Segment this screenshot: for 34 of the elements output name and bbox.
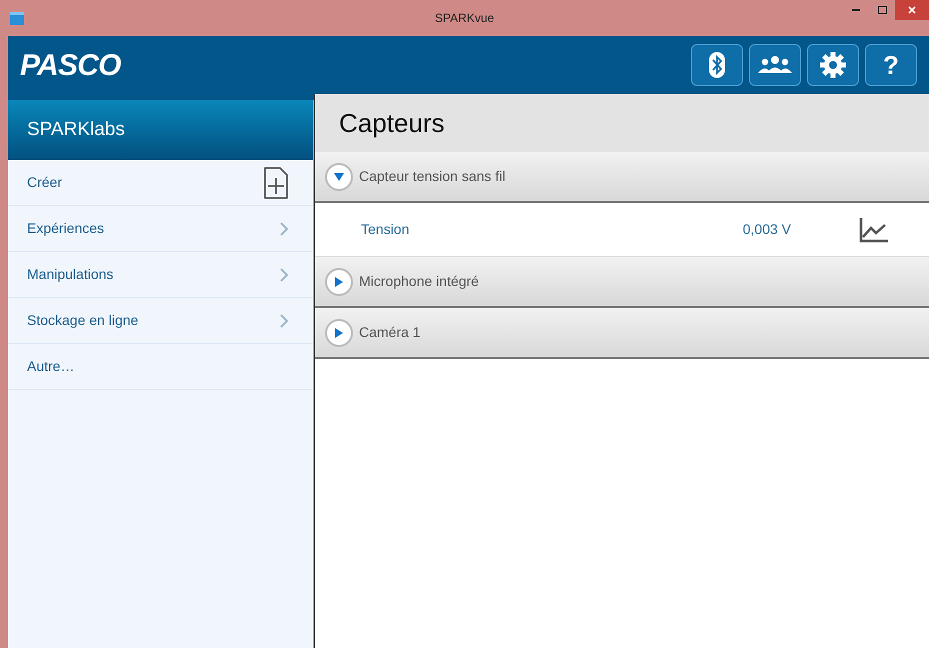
help-button[interactable]: ? — [865, 44, 917, 86]
sidebar-item[interactable]: Autre… — [8, 344, 313, 390]
new-document-icon — [263, 166, 289, 200]
expand-toggle-icon[interactable] — [325, 162, 353, 190]
window-title: SPARKvue — [434, 10, 494, 27]
close-icon — [908, 6, 916, 14]
bluetooth-icon — [709, 52, 725, 78]
close-button[interactable] — [895, 0, 929, 20]
app-icon — [10, 12, 24, 24]
chevron-right-icon — [279, 266, 289, 282]
expand-toggle-icon[interactable] — [325, 318, 353, 346]
sensor-row[interactable]: Capteur tension sans fil — [315, 152, 929, 203]
bluetooth-button[interactable] — [691, 44, 743, 86]
sidebar-title: SPARKlabs — [27, 118, 125, 142]
sensor-row[interactable]: Caméra 1 — [315, 308, 929, 359]
people-icon — [758, 55, 792, 75]
sensor-row[interactable]: Microphone intégré — [315, 257, 929, 308]
logo: PASCO — [20, 48, 121, 84]
panel-title: Capteurs — [339, 106, 444, 140]
sidebar-item[interactable]: Expériences — [8, 206, 313, 252]
sidebar-item[interactable]: Stockage en ligne — [8, 298, 313, 344]
people-button[interactable] — [749, 44, 801, 86]
settings-button[interactable] — [807, 44, 859, 86]
chevron-right-icon — [279, 312, 289, 328]
sidebar-item[interactable]: Manipulations — [8, 252, 313, 298]
chevron-right-icon — [279, 220, 289, 236]
sidebar-item[interactable]: Créer — [8, 160, 313, 206]
maximize-icon — [878, 6, 886, 14]
measurement-value: 0,003 V — [742, 220, 791, 239]
expand-toggle-icon[interactable] — [325, 268, 353, 296]
minimize-icon — [852, 9, 860, 11]
settings-icon — [820, 52, 846, 78]
graph-icon[interactable] — [859, 216, 889, 242]
measurement-name: Tension — [361, 220, 410, 239]
